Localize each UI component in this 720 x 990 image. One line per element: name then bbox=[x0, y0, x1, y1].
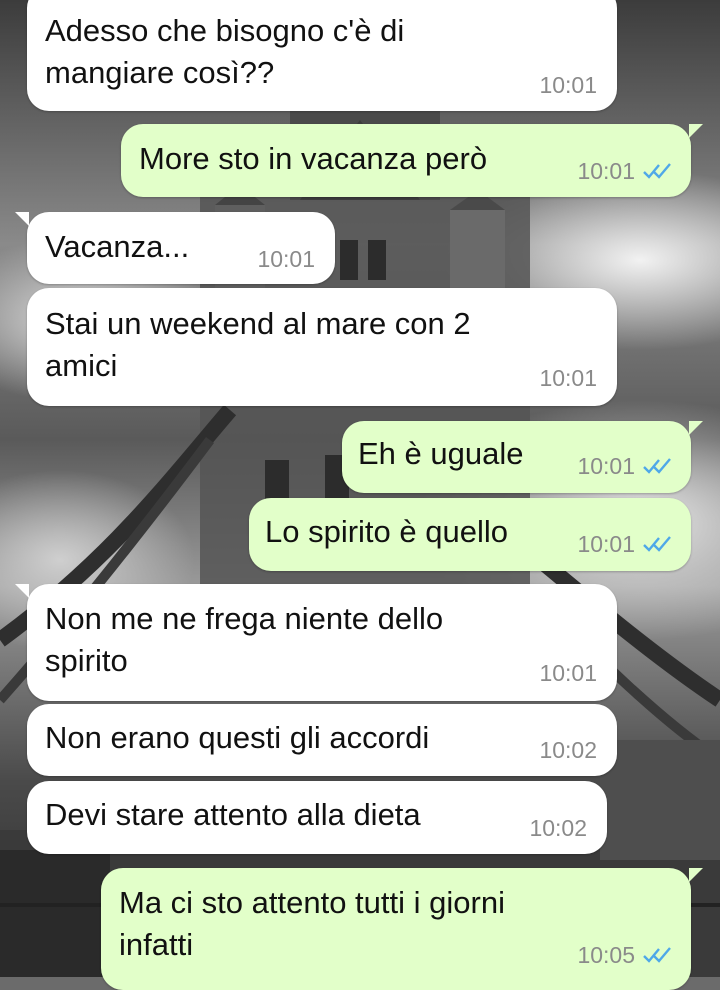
message-list[interactable]: Adesso che bisogno c'è di mangiare così?… bbox=[0, 0, 720, 990]
message-time: 10:01 bbox=[539, 365, 597, 391]
message-time: 10:02 bbox=[539, 737, 597, 763]
message-text: Non erano questi gli accordi bbox=[45, 720, 430, 755]
outgoing-message[interactable]: Lo spirito è quello 10:01 bbox=[249, 498, 691, 571]
outgoing-message[interactable]: Eh è uguale 10:01 bbox=[342, 421, 703, 493]
message-time: 10:01 bbox=[257, 246, 315, 272]
incoming-message[interactable]: Adesso che bisogno c'è di mangiare così?… bbox=[27, 0, 617, 111]
read-receipt-icon bbox=[643, 947, 671, 963]
message-text: Eh è uguale bbox=[358, 436, 524, 471]
outgoing-message[interactable]: Ma ci sto attento tutti i giorni infatti… bbox=[101, 868, 703, 990]
message-time: 10:01 bbox=[539, 72, 597, 98]
read-receipt-icon bbox=[643, 536, 671, 552]
message-text: Stai un weekend al mare con 2 amici bbox=[45, 306, 471, 383]
message-text: Non me ne frega niente dello spirito bbox=[45, 601, 444, 678]
message-time: 10:05 bbox=[577, 942, 635, 968]
message-time: 10:02 bbox=[529, 815, 587, 841]
message-time: 10:01 bbox=[577, 531, 635, 557]
read-receipt-icon bbox=[643, 458, 671, 474]
message-time: 10:01 bbox=[539, 660, 597, 686]
message-text: More sto in vacanza però bbox=[139, 141, 488, 176]
message-time: 10:01 bbox=[577, 158, 635, 184]
message-text: Lo spirito è quello bbox=[265, 514, 508, 549]
incoming-message[interactable]: Vacanza... 10:01 bbox=[15, 212, 335, 284]
message-text: Vacanza... bbox=[45, 229, 190, 264]
message-text: Ma ci sto attento tutti i giorni infatti bbox=[119, 885, 505, 962]
incoming-message[interactable]: Stai un weekend al mare con 2 amici 10:0… bbox=[27, 288, 617, 406]
message-time: 10:01 bbox=[577, 453, 635, 479]
incoming-message[interactable]: Devi stare attento alla dieta 10:02 bbox=[27, 781, 607, 854]
outgoing-message[interactable]: More sto in vacanza però 10:01 bbox=[121, 124, 703, 197]
message-text: Devi stare attento alla dieta bbox=[45, 797, 421, 832]
read-receipt-icon bbox=[643, 163, 671, 179]
incoming-message[interactable]: Non me ne frega niente dello spirito 10:… bbox=[15, 584, 617, 701]
message-text: Adesso che bisogno c'è di mangiare così?… bbox=[45, 13, 405, 90]
incoming-message[interactable]: Non erano questi gli accordi 10:02 bbox=[27, 704, 617, 776]
